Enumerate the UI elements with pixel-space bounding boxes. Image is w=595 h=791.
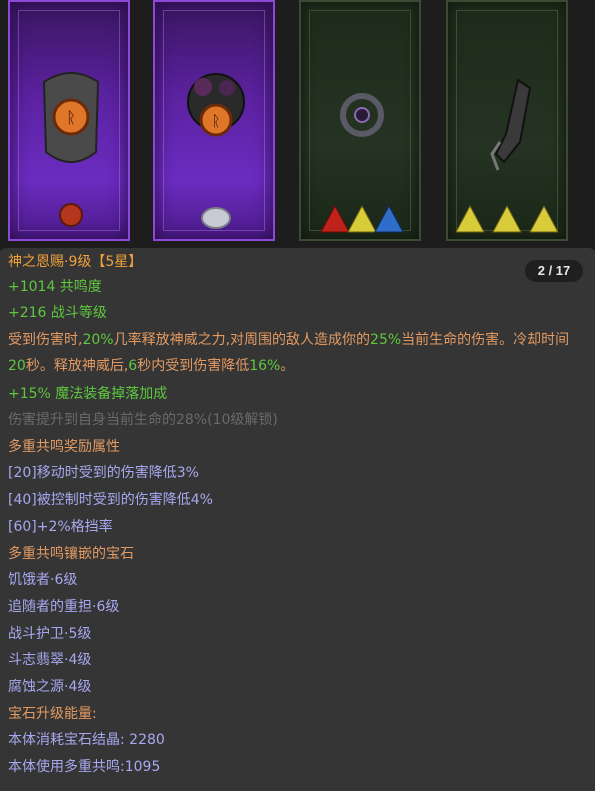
- svg-text:ᚱ: ᚱ: [211, 112, 220, 130]
- svg-text:ᚱ: ᚱ: [66, 108, 76, 127]
- gem-item: 饥饿者·6级: [8, 570, 77, 590]
- locked-bonus: 伤害提升到自身当前生命的28%(10级解锁): [8, 410, 278, 430]
- gem-item: 斗志翡翠·4级: [8, 650, 91, 670]
- upgrade-heading: 宝石升级能量:: [8, 704, 97, 724]
- resonance-reward-item: [40]被控制时受到的伤害降低4%: [8, 490, 213, 510]
- equipment-strip: ᚱ ᚱ: [0, 0, 595, 250]
- gauntlet-icon: [448, 2, 568, 241]
- skill-description: 受到伤害时,20%几率释放神威之力,对周围的敌人造成你的25%当前生命的伤害。冷…: [8, 327, 578, 379]
- upgrade-crystal-cost: 本体消耗宝石结晶: 2280: [8, 730, 165, 750]
- gem-item: 战斗护卫·5级: [8, 624, 91, 644]
- rune-rose-icon: ᚱ: [155, 2, 275, 241]
- equipment-card-2[interactable]: ᚱ: [153, 0, 275, 241]
- resonance-reward-item: [60]+2%格挡率: [8, 517, 113, 537]
- equipment-card-3[interactable]: [299, 0, 421, 241]
- upgrade-resonance-use: 本体使用多重共鸣:1095: [8, 757, 160, 777]
- magic-drop-bonus: +15% 魔法装备掉落加成: [8, 384, 167, 404]
- equipment-card-1[interactable]: ᚱ: [8, 0, 130, 241]
- equipment-card-4[interactable]: [446, 0, 568, 241]
- gem-item: 追随者的重担·6级: [8, 597, 119, 617]
- gem-item: 腐蚀之源·4级: [8, 677, 91, 697]
- gems-heading: 多重共鸣镶嵌的宝石: [8, 544, 134, 564]
- page-indicator: 2 / 17: [525, 260, 583, 282]
- rune-shield-icon: ᚱ: [10, 2, 130, 241]
- stat-combat-level: +216 战斗等级: [8, 303, 107, 323]
- resonance-reward-item: [20]移动时受到的伤害降低3%: [8, 463, 199, 483]
- amulet-icon: [301, 2, 421, 241]
- resonance-rewards-heading: 多重共鸣奖励属性: [8, 437, 120, 457]
- item-title: 神之恩赐·9级【5星】: [8, 252, 142, 272]
- stat-resonance: +1014 共鸣度: [8, 277, 102, 297]
